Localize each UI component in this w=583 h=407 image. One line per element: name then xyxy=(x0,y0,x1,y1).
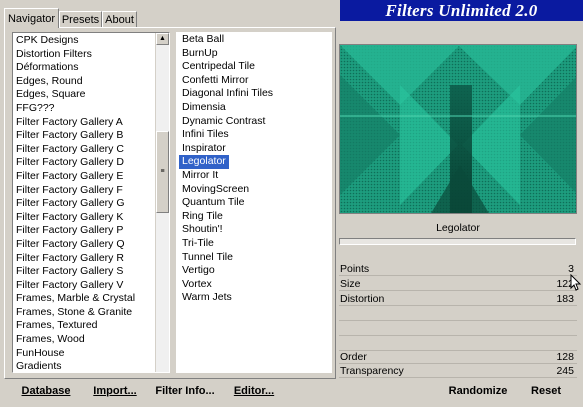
scroll-up-icon[interactable]: ▲ xyxy=(156,33,169,45)
category-item[interactable]: FunHouse xyxy=(13,347,169,361)
filter-item[interactable]: Dimensia xyxy=(179,101,332,115)
category-item[interactable]: Filter Factory Gallery F xyxy=(13,184,169,198)
param-label: Points xyxy=(340,263,370,275)
category-item[interactable]: Filter Factory Gallery A xyxy=(13,116,169,130)
category-item[interactable]: Distortion Filters xyxy=(13,48,169,62)
progress-bar xyxy=(339,238,576,245)
filter-item[interactable]: Shoutin'! xyxy=(179,223,332,237)
filter-item[interactable]: Tri-Tile xyxy=(179,237,332,251)
category-item[interactable]: FFG??? xyxy=(13,102,169,116)
category-item[interactable]: Filter Factory Gallery S xyxy=(13,265,169,279)
filter-item[interactable]: Legolator xyxy=(179,155,229,169)
category-item[interactable]: Filter Factory Gallery R xyxy=(13,252,169,266)
filter-item[interactable]: Vortex xyxy=(179,278,332,292)
category-item[interactable]: Filter Factory Gallery C xyxy=(13,143,169,157)
category-item[interactable]: Frames, Textured xyxy=(13,319,169,333)
param-slider-track[interactable] xyxy=(339,305,577,306)
param-slider-track[interactable] xyxy=(339,290,577,291)
filter-item[interactable]: Centripedal Tile xyxy=(179,60,332,74)
filter-item[interactable]: Tunnel Tile xyxy=(179,251,332,265)
randomize-button[interactable]: Randomize xyxy=(445,381,511,401)
param-row[interactable]: Order 128 xyxy=(339,350,578,364)
param-label: Size xyxy=(340,278,361,290)
param-row[interactable]: Size 122 xyxy=(339,277,578,291)
filter-item[interactable]: Diagonal Infini Tiles xyxy=(179,87,332,101)
category-item[interactable]: Gradients xyxy=(13,360,169,372)
filter-item[interactable]: Mirror It xyxy=(179,169,332,183)
mouse-cursor-icon xyxy=(570,274,582,291)
tab-navigator[interactable]: Navigator xyxy=(4,8,59,28)
category-item[interactable]: Frames, Marble & Crystal xyxy=(13,292,169,306)
editor-button[interactable]: Editor... xyxy=(233,381,275,401)
param-row[interactable] xyxy=(339,307,578,321)
database-button[interactable]: Database xyxy=(18,381,74,401)
filter-item[interactable]: BurnUp xyxy=(179,47,332,61)
param-label: Transparency xyxy=(340,365,404,377)
category-scrollbar[interactable]: ▲ ≡ xyxy=(155,33,169,372)
filter-item[interactable]: Inspirator xyxy=(179,142,332,156)
category-item[interactable]: Filter Factory Gallery P xyxy=(13,224,169,238)
param-value: 245 xyxy=(556,365,574,377)
category-item[interactable]: Déformations xyxy=(13,61,169,75)
param-slider-track[interactable] xyxy=(339,320,577,321)
category-item[interactable]: Filter Factory Gallery Q xyxy=(13,238,169,252)
filter-item[interactable]: Ring Tile xyxy=(179,210,332,224)
filter-item[interactable]: Infini Tiles xyxy=(179,128,332,142)
scroll-thumb[interactable]: ≡ xyxy=(156,131,169,213)
param-row[interactable] xyxy=(339,337,578,351)
param-row[interactable]: Distortion 183 xyxy=(339,292,578,306)
param-slider-track[interactable] xyxy=(339,377,577,378)
preview-image xyxy=(339,44,577,214)
app-banner: Filters Unlimited 2.0 xyxy=(340,0,583,21)
category-item[interactable]: CPK Designs xyxy=(13,34,169,48)
tab-presets[interactable]: Presets xyxy=(59,11,102,27)
param-row[interactable]: Transparency 245 xyxy=(339,364,578,378)
param-value: 128 xyxy=(556,351,574,363)
param-slider-track[interactable] xyxy=(339,275,577,276)
reset-button[interactable]: Reset xyxy=(526,381,566,401)
import-button[interactable]: Import... xyxy=(92,381,138,401)
filter-item[interactable]: Warm Jets xyxy=(179,291,332,305)
param-row[interactable] xyxy=(339,322,578,336)
filter-item[interactable]: Beta Ball xyxy=(179,33,332,47)
param-label: Distortion xyxy=(340,293,385,305)
filter-item[interactable]: Confetti Mirror xyxy=(179,74,332,88)
tab-about[interactable]: About xyxy=(102,11,137,27)
param-row[interactable]: Points 3 xyxy=(339,262,578,276)
category-item[interactable]: Filter Factory Gallery K xyxy=(13,211,169,225)
category-list[interactable]: CPK Designs Distortion Filters Déformation… xyxy=(12,32,170,373)
filter-item[interactable]: Vertigo xyxy=(179,264,332,278)
category-item[interactable]: Edges, Square xyxy=(13,88,169,102)
filter-list[interactable]: Beta Ball BurnUp Centripedal Tile Confetti … xyxy=(176,32,332,373)
category-item[interactable]: Filter Factory Gallery G xyxy=(13,197,169,211)
category-item[interactable]: Filter Factory Gallery E xyxy=(13,170,169,184)
param-value: 183 xyxy=(556,293,574,305)
filter-name-label: Legolator xyxy=(436,222,480,234)
param-label: Order xyxy=(340,351,367,363)
category-item[interactable]: Frames, Wood xyxy=(13,333,169,347)
filter-item[interactable]: Dynamic Contrast xyxy=(179,115,332,129)
category-item[interactable]: Edges, Round xyxy=(13,75,169,89)
category-item[interactable]: Frames, Stone & Granite xyxy=(13,306,169,320)
param-slider-track[interactable] xyxy=(339,335,577,336)
filter-info-button[interactable]: Filter Info... xyxy=(155,381,215,401)
filter-item[interactable]: Quantum Tile xyxy=(179,196,332,210)
filter-item[interactable]: MovingScreen xyxy=(179,183,332,197)
category-item[interactable]: Filter Factory Gallery V xyxy=(13,279,169,293)
category-item[interactable]: Filter Factory Gallery D xyxy=(13,156,169,170)
category-item[interactable]: Filter Factory Gallery B xyxy=(13,129,169,143)
